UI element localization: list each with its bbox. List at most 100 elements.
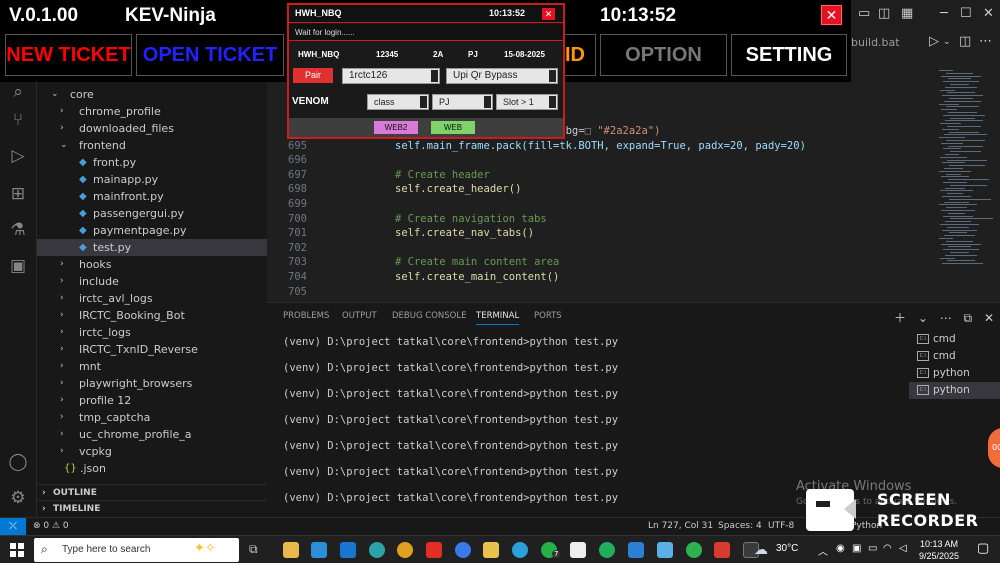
new-ticket-button[interactable]: NEW TICKET [5, 34, 132, 76]
encoding-status[interactable]: UTF-8 [768, 521, 794, 531]
customize-layout-icon[interactable]: ▦ [901, 6, 913, 21]
tree-folder[interactable]: › tmp_captcha [37, 409, 267, 426]
photos-icon[interactable] [657, 542, 673, 558]
cursor-position[interactable]: Ln 727, Col 31 [648, 521, 713, 531]
minimap[interactable] [937, 62, 1000, 302]
tree-file[interactable]: ◆ paymentpage.py [37, 222, 267, 239]
notes-icon[interactable] [483, 542, 499, 558]
quota-select[interactable]: PJ [432, 94, 493, 110]
account-icon[interactable]: ◯ [8, 452, 28, 472]
chrome-profile-icon[interactable] [686, 542, 702, 558]
panel-tab-problems[interactable]: PROBLEMS [283, 311, 329, 321]
chevron-down-icon[interactable]: ⌄ [918, 311, 928, 325]
tree-folder[interactable]: › vcpkg [37, 443, 267, 460]
tree-file[interactable]: {} .json [37, 460, 267, 477]
notifications-icon[interactable]: ▢ [977, 540, 989, 556]
taskbar-search[interactable]: ⌕ Type here to search ✦✧ [34, 538, 239, 562]
taskbar-clock[interactable]: 10:13 AM 9/25/2025 [914, 538, 964, 562]
extensions-icon[interactable]: ⊞ [8, 184, 28, 204]
popup-close-button[interactable]: ✕ [542, 8, 555, 20]
more-icon[interactable]: ⋯ [979, 34, 992, 49]
setting-button[interactable]: SETTING [731, 34, 847, 76]
tree-folder[interactable]: › irctc_avl_logs [37, 290, 267, 307]
wifi-icon[interactable]: ◠ [883, 543, 892, 554]
web-button[interactable]: WEB [431, 121, 475, 134]
maximize-icon[interactable]: ☐ [960, 6, 972, 21]
tree-folder[interactable]: › hooks [37, 256, 267, 273]
telegram-icon[interactable] [512, 542, 528, 558]
app-close-button[interactable]: ✕ [821, 5, 842, 25]
tree-folder[interactable]: ⌄ frontend [37, 137, 267, 154]
tree-file[interactable]: ◆ mainfront.py [37, 188, 267, 205]
slot-select[interactable]: Slot > 1 [496, 94, 558, 110]
tree-folder[interactable]: › IRCTC_TxnID_Reverse [37, 341, 267, 358]
phone-link-icon[interactable] [599, 542, 615, 558]
vscode-icon[interactable] [628, 542, 644, 558]
tree-folder[interactable]: › include [37, 273, 267, 290]
tree-folder[interactable]: › downloaded_files [37, 120, 267, 137]
chevron-down-icon[interactable]: ⌄ [943, 37, 951, 47]
window-close-icon[interactable]: ✕ [983, 6, 994, 21]
terminal-instance[interactable]: C:\ cmd [909, 348, 1000, 365]
web2-button[interactable]: WEB2 [374, 121, 418, 134]
terminal-instance[interactable]: C:\ python [909, 365, 1000, 382]
task-view-icon[interactable]: ⧉ [249, 542, 265, 558]
panel-tab-output[interactable]: OUTPUT [342, 311, 377, 321]
tree-folder[interactable]: › mnt [37, 358, 267, 375]
tree-file[interactable]: ◆ mainapp.py [37, 171, 267, 188]
panel-tab-debug-console[interactable]: DEBUG CONSOLE [392, 311, 466, 321]
youtube-icon[interactable] [426, 542, 442, 558]
more-icon[interactable]: ⋯ [940, 311, 952, 325]
remote-explorer-icon[interactable]: ▣ [8, 256, 28, 276]
edge-icon[interactable] [369, 542, 385, 558]
outlook-icon[interactable] [340, 542, 356, 558]
recording-tray-icon[interactable]: ◉ [836, 543, 845, 554]
chrome-icon[interactable] [397, 542, 413, 558]
weather-temp[interactable]: 30°C [776, 543, 798, 554]
tree-folder[interactable]: › uc_chrome_profile_a [37, 426, 267, 443]
chat-icon[interactable] [570, 542, 586, 558]
tree-folder[interactable]: ⌄ core [37, 86, 267, 103]
volume-icon[interactable]: ◁ [899, 543, 907, 554]
minimize-icon[interactable]: ─ [940, 6, 948, 21]
layout-panel-icon[interactable]: ◫ [878, 6, 890, 21]
indentation-status[interactable]: Spaces: 4 [718, 521, 762, 531]
option-button[interactable]: OPTION [600, 34, 727, 76]
source-control-icon[interactable]: ⑂ [8, 110, 28, 130]
chevron-up-icon[interactable]: ︿ [818, 543, 828, 558]
close-panel-icon[interactable]: ✕ [984, 311, 994, 325]
recorder-app-icon[interactable] [714, 542, 730, 558]
run-debug-icon[interactable]: ▷ [8, 146, 28, 166]
pair-button[interactable]: Pair [293, 68, 333, 83]
file-explorer-icon[interactable] [283, 542, 299, 558]
remote-icon[interactable]: ⤫ [0, 518, 26, 536]
open-ticket-button[interactable]: OPEN TICKET [136, 34, 284, 76]
problems-status[interactable]: ⊗ 0 ⚠ 0 [33, 521, 69, 531]
new-terminal-icon[interactable]: ＋ [894, 311, 906, 325]
terminal-instance[interactable]: C:\ cmd [909, 331, 1000, 348]
start-button[interactable] [10, 543, 24, 557]
tree-folder[interactable]: › irctc_logs [37, 324, 267, 341]
search-icon[interactable]: ⌕ [8, 82, 28, 102]
tree-folder[interactable]: › profile 12 [37, 392, 267, 409]
maximize-panel-icon[interactable]: ⧉ [964, 311, 973, 325]
layout-sidebar-icon[interactable]: ▭ [858, 6, 870, 21]
terminal-instance[interactable]: C:\ python [909, 382, 1000, 399]
timeline-section[interactable]: › TIMELINE [37, 500, 267, 517]
tree-folder[interactable]: › playwright_browsers [37, 375, 267, 392]
payment-method-select[interactable]: Upi Qr Bypass [446, 68, 558, 84]
editor-tab-build[interactable]: build.bat [851, 36, 900, 49]
store-icon[interactable] [311, 542, 327, 558]
app-store-icon[interactable] [455, 542, 471, 558]
outline-section[interactable]: › OUTLINE [37, 484, 267, 501]
settings-gear-icon[interactable]: ⚙ [8, 488, 28, 508]
class-select[interactable]: class [367, 94, 429, 110]
panel-tab-terminal[interactable]: TERMINAL [476, 311, 520, 325]
user-id-field[interactable]: 1rctc126 [342, 68, 440, 84]
tree-file[interactable]: ◆ front.py [37, 154, 267, 171]
run-icon[interactable]: ▷ [929, 34, 939, 49]
network-icon[interactable]: ▭ [868, 543, 877, 554]
panel-tab-ports[interactable]: PORTS [534, 311, 562, 321]
tree-file[interactable]: ◆ passengergui.py [37, 205, 267, 222]
testing-icon[interactable]: ⚗ [8, 220, 28, 240]
